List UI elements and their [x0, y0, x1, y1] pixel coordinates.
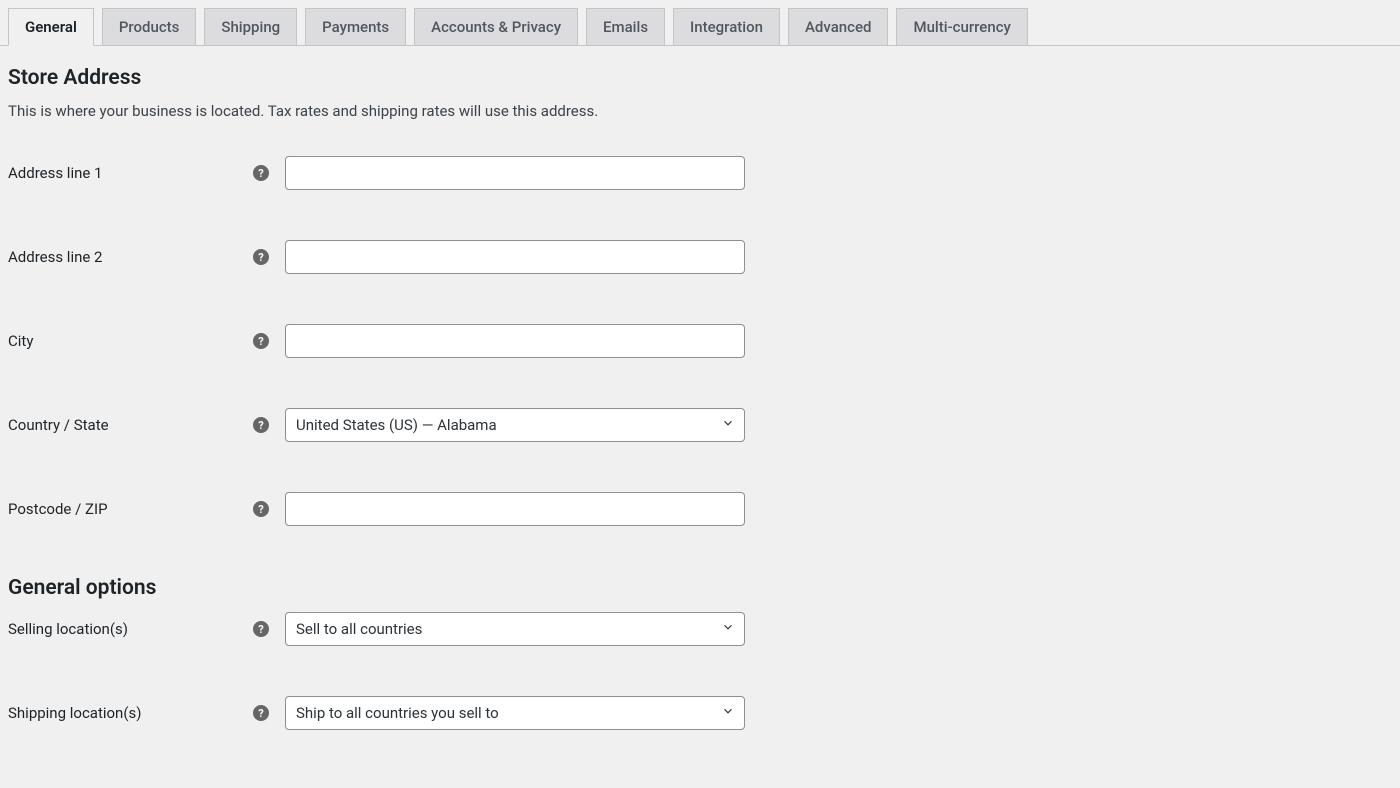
row-shipping-locations: Shipping location(s) ? Ship to all count…: [8, 696, 1392, 730]
row-selling-locations: Selling location(s) ? Sell to all countr…: [8, 612, 1392, 646]
select-country-state-value: United States (US) — Alabama: [285, 408, 745, 442]
select-selling-locations-value: Sell to all countries: [285, 612, 745, 646]
label-address2: Address line 2: [8, 248, 253, 266]
select-shipping-locations[interactable]: Ship to all countries you sell to: [285, 696, 745, 730]
tab-accounts-privacy[interactable]: Accounts & Privacy: [414, 8, 578, 45]
input-address2[interactable]: [285, 240, 745, 274]
tab-payments[interactable]: Payments: [305, 8, 406, 45]
help-icon[interactable]: ?: [253, 333, 269, 349]
help-icon[interactable]: ?: [253, 249, 269, 265]
tab-multi-currency[interactable]: Multi-currency: [896, 8, 1027, 45]
label-address1: Address line 1: [8, 164, 253, 182]
label-postcode: Postcode / ZIP: [8, 500, 253, 518]
row-address2: Address line 2 ?: [8, 240, 1392, 274]
label-shipping-locations: Shipping location(s): [8, 704, 253, 722]
tab-products[interactable]: Products: [102, 8, 197, 45]
help-icon[interactable]: ?: [253, 705, 269, 721]
store-address-heading: Store Address: [8, 66, 1392, 90]
label-selling-locations: Selling location(s): [8, 620, 253, 638]
row-country-state: Country / State ? United States (US) — A…: [8, 408, 1392, 442]
tab-shipping[interactable]: Shipping: [204, 8, 297, 45]
row-address1: Address line 1 ?: [8, 156, 1392, 190]
help-icon[interactable]: ?: [253, 165, 269, 181]
label-country-state: Country / State: [8, 416, 253, 434]
tab-advanced[interactable]: Advanced: [788, 8, 888, 45]
tab-general[interactable]: General: [8, 8, 94, 46]
settings-content: Store Address This is where your busines…: [0, 46, 1400, 788]
settings-tabs: General Products Shipping Payments Accou…: [0, 0, 1400, 46]
help-icon[interactable]: ?: [253, 621, 269, 637]
tab-emails[interactable]: Emails: [586, 8, 665, 45]
input-postcode[interactable]: [285, 492, 745, 526]
select-selling-locations[interactable]: Sell to all countries: [285, 612, 745, 646]
general-options-heading: General options: [8, 576, 1392, 600]
label-city: City: [8, 332, 253, 350]
row-postcode: Postcode / ZIP ?: [8, 492, 1392, 526]
input-address1[interactable]: [285, 156, 745, 190]
row-city: City ?: [8, 324, 1392, 358]
select-shipping-locations-value: Ship to all countries you sell to: [285, 696, 745, 730]
help-icon[interactable]: ?: [253, 501, 269, 517]
select-country-state[interactable]: United States (US) — Alabama: [285, 408, 745, 442]
tab-integration[interactable]: Integration: [673, 8, 780, 45]
input-city[interactable]: [285, 324, 745, 358]
help-icon[interactable]: ?: [253, 417, 269, 433]
store-address-description: This is where your business is located. …: [8, 102, 1392, 120]
